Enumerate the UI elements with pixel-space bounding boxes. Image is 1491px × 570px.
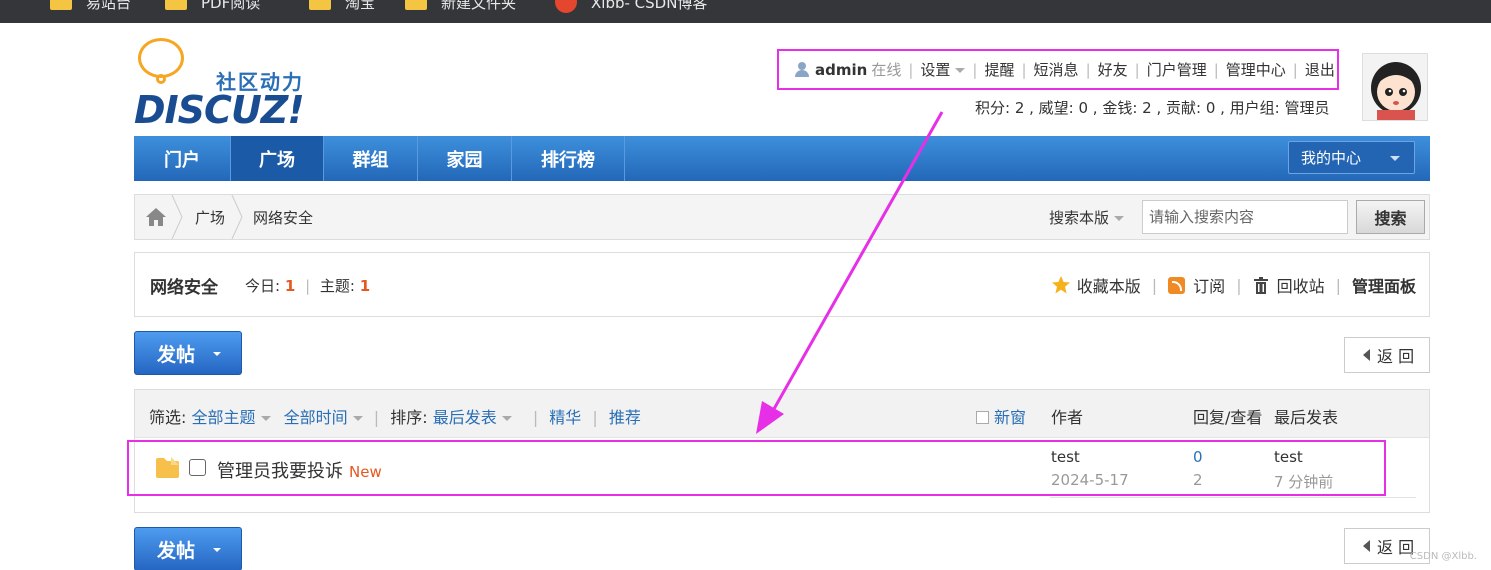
caret-down-icon xyxy=(260,416,271,421)
rss-icon xyxy=(1168,276,1186,294)
col-author: 作者 xyxy=(1051,408,1084,427)
folder-icon xyxy=(50,0,72,10)
thread-date: 2024-5-17 xyxy=(1051,471,1129,489)
today-count: 1 xyxy=(284,277,296,295)
thread-replies[interactable]: 0 xyxy=(1193,448,1203,466)
subscribe-link[interactable]: 订阅 xyxy=(1193,273,1225,297)
messages-link[interactable]: 短消息 xyxy=(1034,59,1079,80)
trash-icon xyxy=(1253,276,1268,294)
username-link[interactable]: admin xyxy=(815,61,867,79)
bookmark-item[interactable]: 淘宝 xyxy=(309,0,375,13)
folder-icon xyxy=(309,0,331,10)
caret-down-icon xyxy=(955,68,966,73)
chevron-right-icon xyxy=(171,195,183,239)
manage-panel-link[interactable]: 管理面板 xyxy=(1352,273,1416,297)
search-scope-select[interactable]: 搜索本版 xyxy=(1049,207,1125,228)
thread-last-time[interactable]: 7 分钟前 xyxy=(1274,471,1333,492)
back-arrow-icon xyxy=(1363,349,1370,361)
new-window-checkbox[interactable] xyxy=(976,411,989,424)
topics-count: 1 xyxy=(359,277,371,295)
admin-center-link[interactable]: 管理中心 xyxy=(1226,59,1286,80)
nav-item-portal[interactable]: 门户 xyxy=(134,136,231,181)
nav-item-groups[interactable]: 群组 xyxy=(324,136,418,181)
watermark: CSDN @Xlbb. xyxy=(1409,551,1477,562)
filter-recommend[interactable]: 推荐 xyxy=(609,408,641,427)
nav-item-square[interactable]: 广场 xyxy=(231,136,324,181)
forum-header: 网络安全 今日: 1 | 主题: 1 收藏本版 | 订阅 | 回收站 | 管理面… xyxy=(134,252,1430,317)
filter-all-topics[interactable]: 全部主题 xyxy=(192,408,271,427)
caret-down-icon xyxy=(501,416,512,421)
back-button[interactable]: 返 回 xyxy=(1344,337,1430,373)
caret-down-icon xyxy=(352,416,363,421)
row-divider xyxy=(1050,497,1416,498)
new-post-button-bottom[interactable]: 发帖 xyxy=(134,527,242,570)
site-logo[interactable]: 社区动力 DISCUZ! xyxy=(134,38,314,132)
thread-select-checkbox[interactable] xyxy=(189,459,206,476)
bookmark-item[interactable]: Xlbb- CSDN博客 xyxy=(555,0,707,13)
search-button[interactable]: 搜索 xyxy=(1356,200,1425,234)
csdn-icon xyxy=(555,0,577,13)
bookmark-item[interactable]: 易站台 xyxy=(50,0,131,13)
breadcrumb-forum[interactable]: 网络安全 xyxy=(253,207,313,228)
friends-link[interactable]: 好友 xyxy=(1098,59,1128,80)
nav-item-ranking[interactable]: 排行榜 xyxy=(512,136,625,181)
filter-all-time[interactable]: 全部时间 xyxy=(284,408,363,427)
search-input[interactable] xyxy=(1142,200,1348,234)
breadcrumb: 广场 网络安全 搜索本版 搜索 xyxy=(134,194,1430,240)
new-post-button[interactable]: 发帖 xyxy=(134,331,242,375)
avatar[interactable] xyxy=(1362,53,1428,121)
portal-manage-link[interactable]: 门户管理 xyxy=(1147,59,1207,80)
thread-author[interactable]: test xyxy=(1051,448,1080,466)
new-window-toggle[interactable]: 新窗 xyxy=(976,404,1026,428)
caret-down-icon xyxy=(213,548,221,552)
settings-menu[interactable]: 设置 xyxy=(920,59,966,80)
folder-icon xyxy=(405,0,427,10)
col-replies-views: 回复/查看 xyxy=(1193,408,1263,427)
bookmark-item[interactable]: 新建文件夹 xyxy=(405,0,516,13)
forum-stats: 今日: 1 | 主题: 1 xyxy=(245,277,371,295)
col-last-post: 最后发表 xyxy=(1274,408,1339,427)
logout-link[interactable]: 退出 xyxy=(1305,59,1335,80)
back-arrow-icon xyxy=(1363,540,1370,552)
thread-views: 2 xyxy=(1193,471,1203,489)
chevron-right-icon xyxy=(231,195,243,239)
user-toolbar: admin 在线 | 设置 | 提醒 | 短消息 | 好友 | 门户管理 | 管… xyxy=(777,49,1339,90)
thread-last-user[interactable]: test xyxy=(1274,448,1303,466)
favorite-forum-link[interactable]: 收藏本版 xyxy=(1077,273,1141,297)
caret-down-icon xyxy=(1114,216,1125,221)
my-center-dropdown[interactable]: 我的中心 xyxy=(1288,141,1415,174)
caret-down-icon xyxy=(1390,156,1400,161)
online-status: 在线 xyxy=(871,61,902,79)
remind-link[interactable]: 提醒 xyxy=(984,59,1014,80)
new-badge: New xyxy=(349,463,382,481)
filter-digest[interactable]: 精华 xyxy=(549,408,581,427)
star-icon xyxy=(1051,276,1070,294)
thread-list-header: 筛选: 全部主题 全部时间 | 排序: 最后发表 | 精华 | 推荐 新窗 作者… xyxy=(135,390,1429,438)
bookmark-item[interactable]: PDF阅读 xyxy=(165,0,260,13)
caret-down-icon xyxy=(213,352,221,356)
recycle-bin-link[interactable]: 回收站 xyxy=(1277,273,1325,297)
filter-bar: 筛选: 全部主题 全部时间 | 排序: 最后发表 | 精华 | 推荐 xyxy=(149,408,641,427)
sort-select[interactable]: 最后发表 xyxy=(433,408,512,427)
logo-en-text: DISCUZ! xyxy=(134,88,305,132)
forum-title: 网络安全 xyxy=(150,278,218,298)
nav-item-home[interactable]: 家园 xyxy=(418,136,512,181)
folder-icon xyxy=(156,457,179,478)
main-nav: 门户 广场 群组 家园 排行榜 xyxy=(134,136,1430,181)
logo-bubble-icon xyxy=(138,38,184,78)
thread-title-link[interactable]: 管理员我要投诉 New xyxy=(217,457,382,483)
bookmarks-bar: 易站台 PDF阅读 淘宝 新建文件夹 Xlbb- CSDN博客 xyxy=(0,0,1491,23)
folder-icon xyxy=(165,0,187,10)
home-icon[interactable] xyxy=(145,207,167,227)
user-icon xyxy=(795,62,809,77)
breadcrumb-square[interactable]: 广场 xyxy=(195,207,225,228)
user-credits[interactable]: 积分: 2 , 威望: 0 , 金钱: 2 , 贡献: 0 , 用户组: 管理员 xyxy=(975,97,1330,118)
